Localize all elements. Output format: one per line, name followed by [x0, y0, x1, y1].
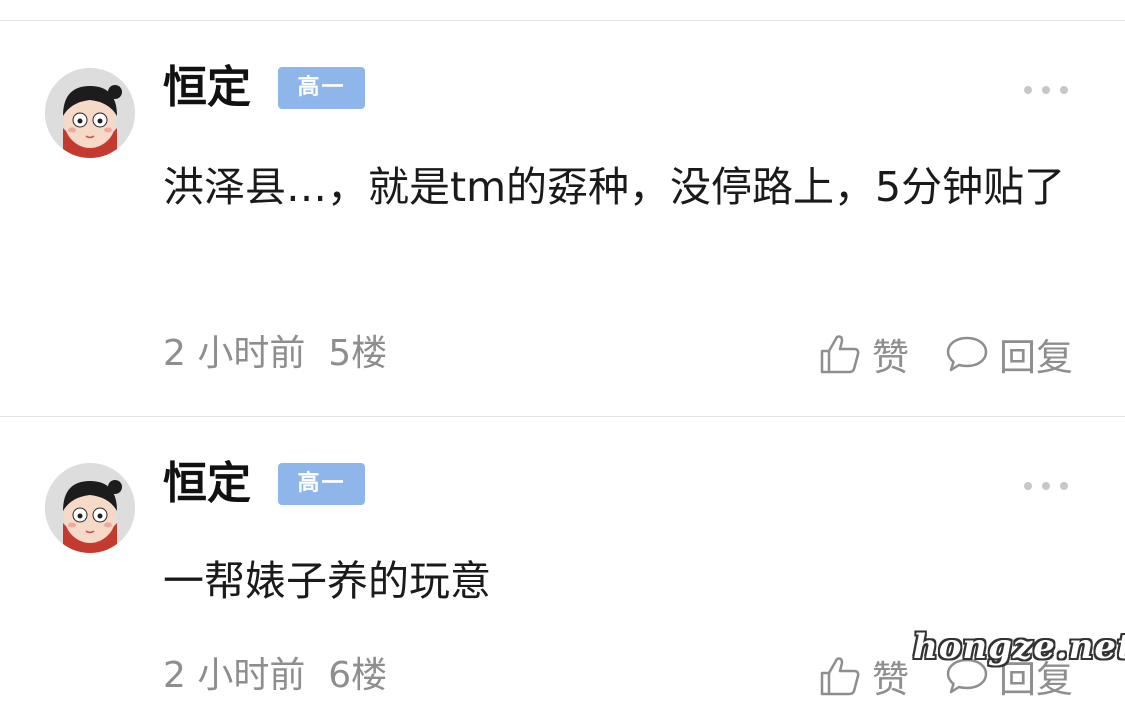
comment-meta: 2 小时前 6楼: [163, 656, 387, 696]
comment-text: 一帮婊子养的玩意: [163, 557, 491, 605]
like-label: 赞: [872, 658, 909, 701]
more-dots-icon: [1042, 482, 1050, 490]
avatar[interactable]: [45, 463, 135, 553]
thumbs-up-icon: [820, 657, 860, 696]
site-watermark: hongze.net: [913, 627, 1125, 667]
more-dots-icon: [1060, 482, 1068, 490]
avatar-cartoon-icon: [45, 463, 135, 553]
comment-item: 恒定 高一 一帮婊子养的玩意 2 小时前 6楼 赞 回复: [0, 0, 1125, 716]
more-dots-icon: [1024, 482, 1032, 490]
comment-time: 2 小时前: [163, 655, 306, 696]
more-options-button[interactable]: [1024, 476, 1068, 496]
like-button[interactable]: 赞: [818, 652, 909, 701]
floor-number: 6楼: [328, 655, 388, 696]
username[interactable]: 恒定: [163, 460, 251, 508]
grade-badge: 高一: [278, 463, 365, 505]
